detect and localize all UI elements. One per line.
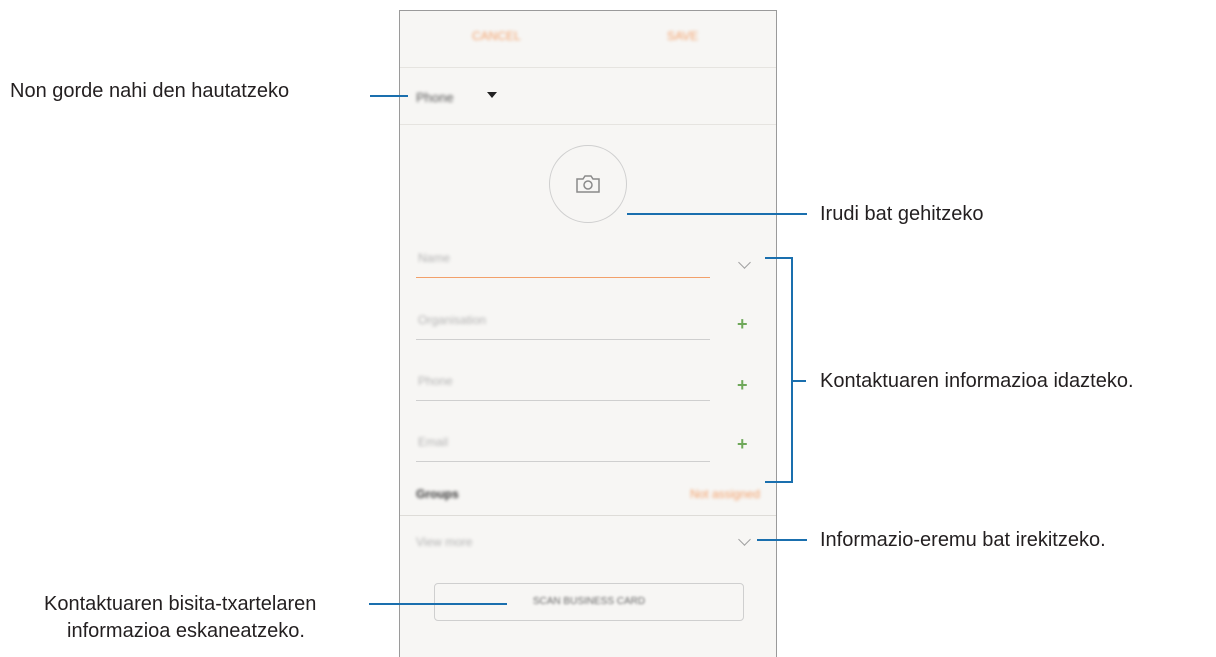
callout-line — [793, 380, 806, 382]
camera-icon — [576, 175, 600, 193]
annotation-scan-line1: Kontaktuaren bisita-txartelaren — [44, 593, 317, 615]
top-bar: CANCEL SAVE — [400, 11, 776, 68]
callout-line — [370, 95, 408, 97]
caret-down-icon — [487, 92, 497, 98]
save-button[interactable]: SAVE — [667, 29, 698, 43]
callout-line — [627, 213, 807, 215]
plus-icon[interactable]: + — [737, 376, 748, 394]
groups-label: Groups — [416, 487, 459, 501]
email-field[interactable]: Email — [416, 427, 710, 462]
chevron-down-icon[interactable] — [738, 256, 751, 269]
save-location-label: Phone — [416, 90, 454, 105]
annotation-save-location: Non gorde nahi den hautatzeko — [10, 80, 290, 102]
callout-line — [369, 603, 507, 605]
callout-line — [757, 539, 807, 541]
organisation-field[interactable]: Organisation — [416, 305, 710, 340]
phone-screen: CANCEL SAVE Phone Name Organisation + Ph… — [399, 10, 777, 657]
organisation-placeholder: Organisation — [418, 313, 487, 327]
save-location-selector[interactable]: Phone — [400, 68, 776, 125]
callout-bracket-vertical — [791, 257, 793, 483]
add-image-button[interactable] — [549, 145, 627, 223]
annotation-add-image: Irudi bat gehitzeko — [820, 203, 984, 225]
callout-bracket-top — [765, 257, 793, 259]
scan-business-card-button[interactable]: SCAN BUSINESS CARD — [434, 583, 744, 621]
annotation-scan-line2: informazioa eskaneatzeko. — [67, 620, 305, 642]
view-more-label[interactable]: View more — [416, 535, 472, 549]
annotation-enter-info: Kontaktuaren informazioa idazteko. — [820, 370, 1134, 392]
plus-icon[interactable]: + — [737, 315, 748, 333]
phone-field[interactable]: Phone — [416, 366, 710, 401]
callout-bracket-bottom — [765, 481, 793, 483]
phone-placeholder: Phone — [418, 374, 453, 388]
name-placeholder: Name — [418, 251, 451, 265]
scan-button-label: SCAN BUSINESS CARD — [532, 596, 646, 607]
cancel-button[interactable]: CANCEL — [472, 29, 521, 43]
groups-value: Not assigned — [689, 487, 760, 501]
groups-row[interactable]: Groups Not assigned — [400, 477, 776, 516]
email-placeholder: Email — [418, 435, 449, 449]
plus-icon[interactable]: + — [737, 435, 748, 453]
chevron-down-icon[interactable] — [738, 533, 751, 546]
annotation-open-field: Informazio-eremu bat irekitzeko. — [820, 529, 1106, 551]
name-field[interactable]: Name — [416, 243, 710, 278]
